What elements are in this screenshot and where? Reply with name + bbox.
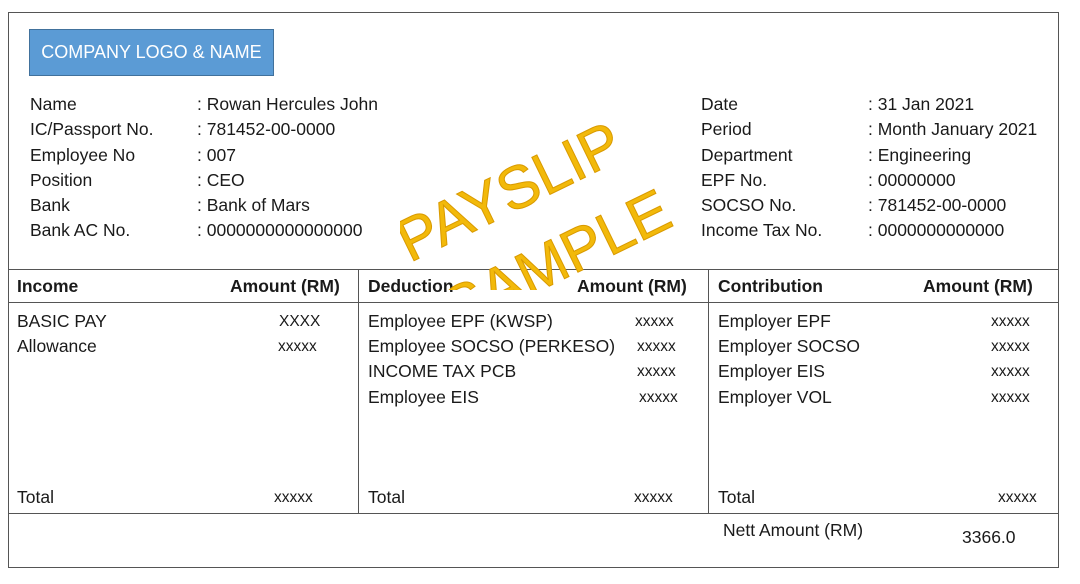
contribution-total-label: Total [718, 487, 755, 507]
deduction-total-amount: xxxxx [634, 489, 673, 506]
info-value: : 781452-00-0000 [197, 119, 336, 140]
info-label: Bank AC No. [30, 220, 131, 241]
info-label: Period [701, 119, 752, 140]
table-header-rule [8, 302, 1059, 303]
info-row-name: Name : Rowan Hercules John [30, 92, 430, 117]
income-total-amount: xxxxx [274, 489, 313, 506]
nett-amount-value: 3366.0 [962, 527, 1016, 547]
info-value: : 0000000000000 [868, 220, 1005, 241]
contribution-header: Contribution [718, 276, 823, 296]
info-label: Income Tax No. [701, 220, 823, 241]
info-value: : 31 Jan 2021 [868, 94, 975, 114]
table-bottom-rule [8, 513, 1059, 514]
info-row-position: Position : CEO [30, 168, 430, 193]
info-label: Bank [30, 195, 70, 216]
deduction-item-amount: xxxxx [635, 313, 674, 330]
nett-amount-label: Nett Amount (RM) [723, 520, 864, 540]
deduction-item-amount: xxxxx [639, 389, 678, 406]
info-value: : Rowan Hercules John [197, 94, 378, 114]
info-label: Position [30, 169, 93, 190]
contribution-item-label: Employer SOCSO [718, 336, 860, 356]
income-item-label: BASIC PAY [17, 311, 107, 331]
column-divider [358, 269, 359, 513]
info-row-employee-no: Employee No : 007 [30, 143, 430, 168]
info-label: SOCSO No. [701, 195, 797, 216]
income-total-label: Total [17, 487, 54, 507]
income-item-amount: XXXX [279, 313, 321, 330]
payslip-info: Date : 31 Jan 2021 Period : Month Januar… [701, 92, 1071, 244]
info-row-socso: SOCSO No. : 781452-00-0000 [701, 193, 1071, 218]
contribution-item-amount: xxxxx [991, 338, 1030, 355]
income-amount-header: Amount (RM) [230, 276, 340, 296]
table-top-rule [8, 269, 1059, 270]
contribution-item-amount: xxxxx [991, 313, 1030, 330]
contribution-item-label: Employer VOL [718, 387, 832, 407]
contribution-item-label: Employer EPF [718, 311, 831, 331]
info-label: Date [701, 94, 738, 114]
info-label: Employee No [30, 144, 136, 165]
info-row-income-tax: Income Tax No. : 0000000000000 [701, 218, 1071, 243]
info-row-bank-ac: Bank AC No. : 0000000000000000 [30, 218, 430, 243]
contribution-total-amount: xxxxx [998, 489, 1037, 506]
info-value: : 00000000 [868, 169, 956, 190]
contribution-item-amount: xxxxx [991, 363, 1030, 380]
deduction-item-label: Employee EIS [368, 387, 479, 407]
info-row-period: Period : Month January 2021 [701, 117, 1071, 142]
deduction-header: Deduction [368, 276, 454, 296]
info-value: : 0000000000000000 [197, 220, 363, 241]
column-divider [708, 269, 709, 513]
info-row-ic: IC/Passport No. : 781452-00-0000 [30, 117, 430, 142]
contribution-item-amount: xxxxx [991, 389, 1030, 406]
deduction-item-label: Employee SOCSO (PERKESO) [368, 336, 616, 356]
deduction-total-label: Total [368, 487, 405, 507]
income-item-label: Allowance [17, 336, 97, 356]
info-value: : Bank of Mars [197, 195, 310, 216]
info-value: : CEO [197, 169, 245, 190]
contribution-amount-header: Amount (RM) [923, 276, 1033, 296]
info-label: EPF No. [701, 169, 768, 190]
deduction-item-label: Employee EPF (KWSP) [368, 311, 553, 331]
info-row-bank: Bank : Bank of Mars [30, 193, 430, 218]
employee-info: Name : Rowan Hercules John IC/Passport N… [30, 92, 430, 244]
deduction-item-label: INCOME TAX PCB [368, 361, 517, 381]
info-row-epf: EPF No. : 00000000 [701, 168, 1071, 193]
deduction-item-amount: xxxxx [637, 338, 676, 355]
info-label: Department [701, 144, 793, 165]
info-value: : Engineering [868, 144, 972, 165]
income-item-amount: xxxxx [278, 338, 317, 355]
info-value: : Month January 2021 [868, 119, 1038, 140]
deduction-item-amount: xxxxx [637, 363, 676, 380]
contribution-item-label: Employer EIS [718, 361, 825, 381]
company-logo: COMPANY LOGO & NAME [29, 29, 274, 76]
income-header: Income [17, 276, 79, 296]
info-row-date: Date : 31 Jan 2021 [701, 92, 1071, 117]
info-value: : 007 [197, 144, 236, 165]
deduction-amount-header: Amount (RM) [577, 276, 687, 296]
info-value: : 781452-00-0000 [868, 195, 1007, 216]
info-label: Name [30, 94, 77, 114]
info-label: IC/Passport No. [30, 119, 154, 140]
info-row-department: Department : Engineering [701, 143, 1071, 168]
